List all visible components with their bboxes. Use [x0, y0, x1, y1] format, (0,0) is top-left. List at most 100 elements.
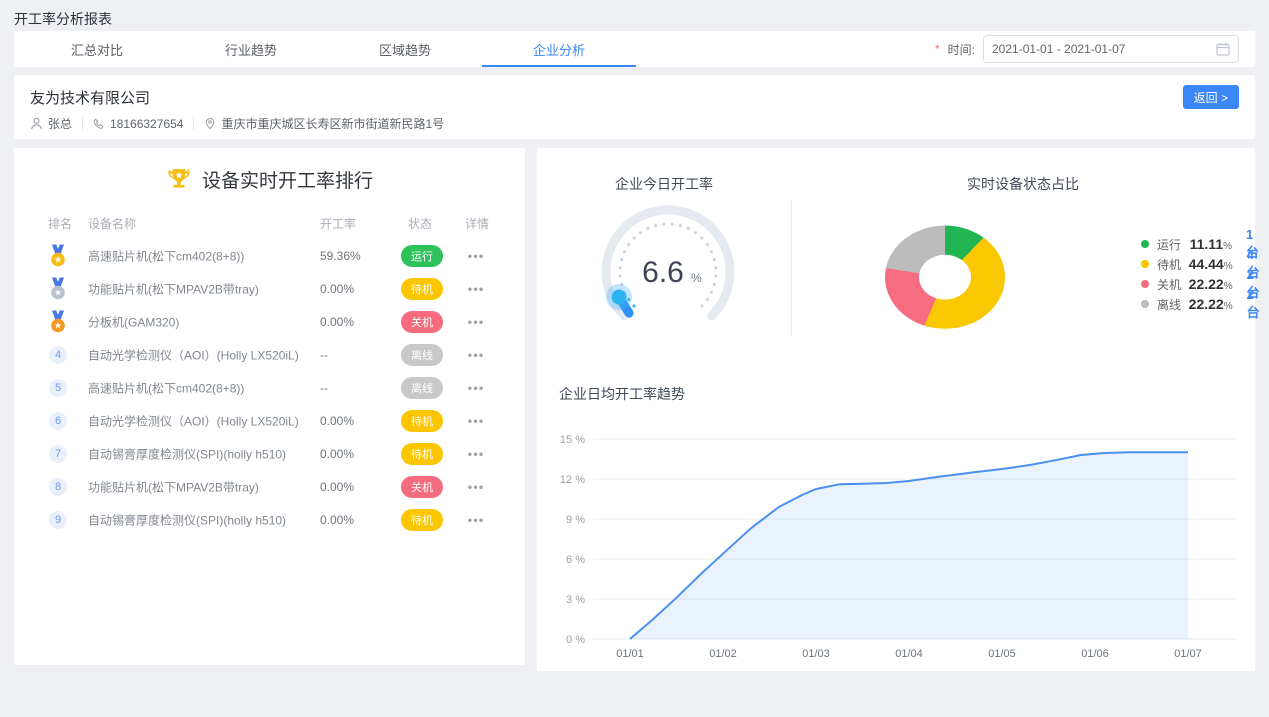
table-row: ★ 分板机(GAM320) 0.00% 关机 ••• — [14, 305, 525, 338]
device-name: 自动锡膏厚度检测仪(SPI)(holly h510) — [88, 511, 286, 528]
ranking-header: 设备实时开工率排行 — [14, 148, 525, 193]
rank-badge: ★ — [45, 244, 71, 267]
tab-2[interactable]: 区域趋势 — [328, 31, 482, 67]
more-actions-icon[interactable]: ••• — [458, 413, 494, 428]
table-row: ★ 功能贴片机(松下MPAV2B带tray) 0.00% 待机 ••• — [14, 272, 525, 305]
operation-rate: -- — [320, 381, 328, 395]
legend-item-3[interactable]: 离线22.22%2台 — [1141, 294, 1264, 314]
status-badge: 待机 — [401, 443, 443, 465]
rank-number: 8 — [49, 478, 67, 496]
rank-number: 4 — [49, 346, 67, 364]
tab-1[interactable]: 行业趋势 — [174, 31, 328, 67]
more-actions-icon[interactable]: ••• — [458, 314, 494, 329]
table-row: 6 自动光学检测仪（AOI）(Holly LX520iL) 0.00% 待机 •… — [14, 404, 525, 437]
svg-text:01/03: 01/03 — [802, 648, 830, 660]
rank-badge: 8 — [45, 478, 71, 496]
date-range-input[interactable] — [992, 42, 1216, 56]
gauge-title: 企业今日开工率 — [537, 174, 791, 194]
rank-badge: 7 — [45, 445, 71, 463]
company-card: 友为技术有限公司 张总 18166327654 重庆市重庆城区长寿区新市街道新民… — [14, 75, 1255, 139]
more-actions-icon[interactable]: ••• — [458, 347, 494, 362]
device-name: 高速贴片机(松下cm402(8+8)) — [88, 247, 244, 264]
trend-title: 企业日均开工率趋势 — [559, 384, 685, 404]
table-row: 4 自动光学检测仪（AOI）(Holly LX520iL) -- 离线 ••• — [14, 338, 525, 371]
rank-badge: ★ — [45, 277, 71, 300]
contact-phone: 18166327654 — [93, 117, 183, 131]
legend-item-0[interactable]: 运行11.11%1台 — [1141, 234, 1264, 254]
divider — [791, 200, 792, 336]
legend-percent: 22.22% — [1189, 276, 1233, 292]
col-more: 详情 — [465, 215, 489, 232]
tabs: 汇总对比行业趋势区域趋势企业分析 — [14, 31, 636, 67]
medal-bronze-icon: ★ — [49, 310, 67, 333]
operation-rate: 0.00% — [320, 414, 354, 428]
date-label: 时间: — [948, 41, 975, 58]
status-badge: 运行 — [401, 245, 443, 267]
trend-line-chart: 0 %3 %6 %9 %12 %15 %01/0101/0201/0301/04… — [555, 420, 1245, 670]
required-mark: * — [935, 42, 940, 56]
legend-item-2[interactable]: 关机22.22%2台 — [1141, 274, 1264, 294]
company-name: 友为技术有限公司 — [30, 87, 150, 108]
rank-badge: 9 — [45, 511, 71, 529]
table-row: 7 自动锡膏厚度检测仪(SPI)(holly h510) 0.00% 待机 ••… — [14, 437, 525, 470]
status-legend: 运行11.11%1台待机44.44%4台关机22.22%2台离线22.22%2台 — [1141, 234, 1264, 314]
date-range-picker[interactable] — [983, 35, 1239, 63]
device-name: 自动光学检测仪（AOI）(Holly LX520iL) — [88, 346, 299, 363]
svg-text:★: ★ — [54, 320, 62, 330]
donut-ring — [885, 226, 1005, 329]
col-rank: 排名 — [48, 215, 72, 232]
rank-badge: 5 — [45, 379, 71, 397]
back-button[interactable]: 返回 > — [1183, 85, 1239, 109]
table-row: 5 高速贴片机(松下cm402(8+8)) -- 离线 ••• — [14, 371, 525, 404]
more-actions-icon[interactable]: ••• — [458, 479, 494, 494]
status-badge: 待机 — [401, 410, 443, 432]
page-title: 开工率分析报表 — [14, 9, 112, 29]
tab-3[interactable]: 企业分析 — [482, 31, 636, 67]
legend-label: 关机 — [1157, 276, 1183, 293]
more-actions-icon[interactable]: ••• — [458, 446, 494, 461]
rank-number: 7 — [49, 445, 67, 463]
overview-panel: 企业今日开工率 实时设备状态占比 6.6% 运行11.11%1台待机44.44%… — [537, 148, 1255, 671]
today-rate-gauge: 6.6% — [593, 197, 743, 347]
tab-0[interactable]: 汇总对比 — [20, 31, 174, 67]
operation-rate: 0.00% — [320, 513, 354, 527]
more-actions-icon[interactable]: ••• — [458, 380, 494, 395]
status-donut-chart — [885, 218, 1005, 326]
operation-rate: 0.00% — [320, 282, 354, 296]
legend-label: 离线 — [1157, 296, 1183, 313]
trophy-icon — [166, 167, 192, 193]
pie-title: 实时设备状态占比 — [791, 174, 1255, 194]
more-actions-icon[interactable]: ••• — [458, 512, 494, 527]
tab-bar: 汇总对比行业趋势区域趋势企业分析 * 时间: — [14, 31, 1255, 67]
calendar-icon[interactable] — [1216, 42, 1230, 56]
contact-address: 重庆市重庆城区长寿区新市街道新民路1号 — [204, 115, 444, 132]
status-badge: 待机 — [401, 278, 443, 300]
ranking-title: 设备实时开工率排行 — [202, 166, 373, 193]
legend-count[interactable]: 2台 — [1247, 287, 1264, 321]
rank-badge: ★ — [45, 310, 71, 333]
col-status: 状态 — [408, 215, 432, 232]
more-actions-icon[interactable]: ••• — [458, 248, 494, 263]
rank-number: 9 — [49, 511, 67, 529]
svg-text:%: % — [691, 271, 702, 285]
ranking-panel: 设备实时开工率排行 排名 设备名称 开工率 状态 详情 ★ 高速贴片机(松下cm… — [14, 148, 525, 665]
svg-text:6 %: 6 % — [566, 554, 585, 566]
legend-dot — [1141, 260, 1149, 268]
more-actions-icon[interactable]: ••• — [458, 281, 494, 296]
table-row: ★ 高速贴片机(松下cm402(8+8)) 59.36% 运行 ••• — [14, 239, 525, 272]
status-badge: 离线 — [401, 377, 443, 399]
col-name: 设备名称 — [88, 215, 136, 232]
legend-dot — [1141, 300, 1149, 308]
operation-rate: 59.36% — [320, 249, 361, 263]
divider — [193, 117, 194, 130]
ranking-column-headers: 排名 设备名称 开工率 状态 详情 — [14, 205, 525, 239]
svg-text:★: ★ — [54, 287, 62, 297]
device-name: 功能贴片机(松下MPAV2B带tray) — [88, 280, 259, 297]
operation-rate: -- — [320, 348, 328, 362]
legend-dot — [1141, 280, 1149, 288]
table-row: 8 功能贴片机(松下MPAV2B带tray) 0.00% 关机 ••• — [14, 470, 525, 503]
operation-rate: 0.00% — [320, 315, 354, 329]
medal-gold-icon: ★ — [49, 244, 67, 267]
svg-text:01/06: 01/06 — [1081, 648, 1109, 660]
svg-text:6.6: 6.6 — [642, 256, 684, 289]
